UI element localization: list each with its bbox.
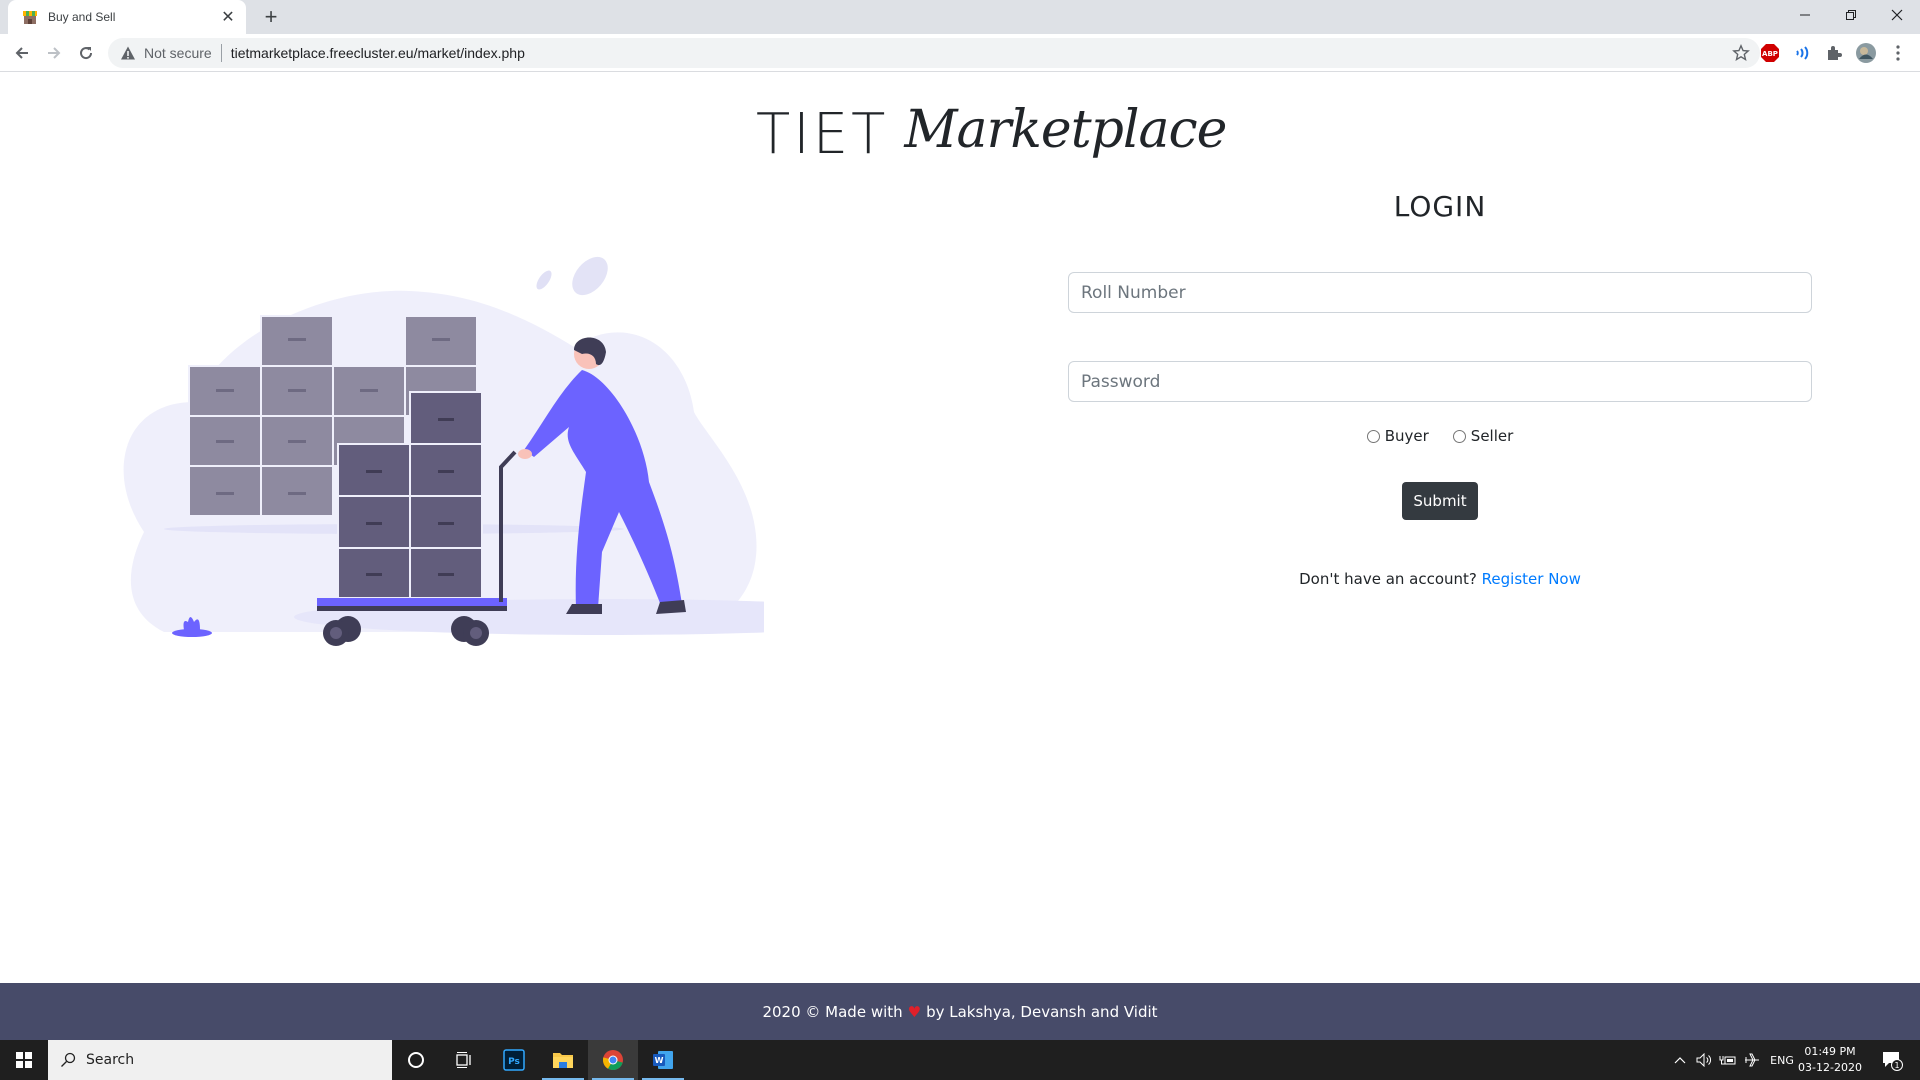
show-hidden-icons-button[interactable] <box>1668 1056 1692 1064</box>
register-now-link[interactable]: Register Now <box>1482 570 1581 588</box>
minimize-icon <box>1800 14 1810 16</box>
close-window-button[interactable] <box>1874 0 1920 30</box>
url-text[interactable]: tietmarketplace.freecluster.eu/market/in… <box>231 45 525 61</box>
svg-text:ABP: ABP <box>1762 50 1778 58</box>
forward-button[interactable] <box>42 41 66 65</box>
cortana-button[interactable] <box>392 1040 440 1080</box>
browser-tab-strip: Buy and Sell ✕ + <box>0 0 1920 34</box>
arrow-right-icon <box>48 47 61 59</box>
svg-text:Ps: Ps <box>508 1057 520 1067</box>
chrome-app[interactable] <box>588 1040 638 1080</box>
password-input[interactable] <box>1068 361 1812 402</box>
roll-number-input[interactable] <box>1068 272 1812 313</box>
buyer-option[interactable]: Buyer <box>1366 427 1429 445</box>
browser-toolbar: Not secure tietmarketplace.freecluster.e… <box>0 34 1920 72</box>
chrome-icon <box>602 1050 623 1071</box>
airplane-mode-button[interactable] <box>1740 1053 1764 1067</box>
file-explorer-app[interactable] <box>538 1040 588 1080</box>
leaf-small <box>536 270 552 290</box>
action-center-button[interactable]: 1 <box>1870 1040 1914 1080</box>
word-app[interactable]: W <box>638 1040 688 1080</box>
heart-icon: ♥ <box>907 1002 922 1021</box>
browser-tab[interactable]: Buy and Sell ✕ <box>8 0 246 34</box>
site-footer: 2020 © Made with ♥ by Lakshya, Devansh a… <box>0 983 1920 1040</box>
buyer-label: Buyer <box>1384 427 1429 445</box>
brand-prefix: TIET <box>756 102 889 167</box>
brand-script: Marketplace <box>904 100 1227 160</box>
battery-button[interactable] <box>1716 1054 1740 1066</box>
reload-button[interactable] <box>74 41 98 65</box>
puzzle-icon <box>1828 46 1842 60</box>
seller-radio[interactable] <box>1452 429 1466 443</box>
address-bar[interactable]: Not secure tietmarketplace.freecluster.e… <box>108 38 1760 68</box>
cart-platform <box>317 598 507 606</box>
windows-taskbar: Search Ps W ENG 01:49 PM 03-12-2020 1 <box>0 1040 1920 1080</box>
clock[interactable]: 01:49 PM 03-12-2020 <box>1790 1044 1870 1076</box>
cortana-icon <box>408 1052 424 1068</box>
tab-title: Buy and Sell <box>48 10 116 24</box>
page-content: TIET Marketplace LOGIN Roll Number Buyer… <box>0 72 1920 983</box>
reader-extension[interactable] <box>1790 41 1814 65</box>
close-icon <box>1891 9 1903 21</box>
search-placeholder: Search <box>86 1052 135 1068</box>
task-view-button[interactable] <box>440 1040 488 1080</box>
restore-icon <box>1846 10 1856 20</box>
restore-button[interactable] <box>1828 0 1874 30</box>
close-tab-icon[interactable]: ✕ <box>220 7 236 27</box>
buyer-radio[interactable] <box>1366 429 1380 443</box>
notifications-icon: 1 <box>1883 1052 1903 1071</box>
airplane-icon <box>1745 1053 1759 1067</box>
seller-option[interactable]: Seller <box>1452 427 1514 445</box>
register-prompt-text: Don't have an account? <box>1299 570 1477 588</box>
photoshop-icon: Ps <box>503 1049 525 1071</box>
clock-date: 03-12-2020 <box>1798 1061 1862 1074</box>
profile-button[interactable] <box>1854 41 1878 65</box>
system-tray: ENG <box>1668 1040 1800 1080</box>
submit-button[interactable]: Submit <box>1402 482 1478 520</box>
reload-icon <box>80 47 93 60</box>
role-selector: Buyer Seller <box>1068 427 1812 445</box>
omnibox-divider <box>220 44 222 62</box>
cart-base <box>317 606 507 611</box>
folder-icon <box>553 1053 573 1068</box>
avatar <box>1856 43 1876 63</box>
delivery-illustration <box>123 256 764 646</box>
chevron-up-icon <box>1674 1057 1686 1064</box>
new-tab-button[interactable]: + <box>258 4 284 30</box>
speaker-icon <box>1696 1053 1711 1067</box>
start-button[interactable] <box>0 1040 48 1080</box>
clock-time: 01:49 PM <box>1804 1045 1856 1058</box>
minimize-button[interactable] <box>1782 0 1828 30</box>
svg-text:W: W <box>655 1056 664 1065</box>
security-status[interactable]: Not secure <box>144 45 212 61</box>
more-vertical-icon <box>1896 45 1900 61</box>
word-icon: W <box>653 1051 673 1069</box>
store-favicon-icon <box>23 11 37 24</box>
adblock-icon: ABP <box>1761 44 1779 62</box>
adblock-plus-extension[interactable]: ABP <box>1758 41 1782 65</box>
chrome-menu-button[interactable] <box>1886 41 1910 65</box>
sound-waves-icon <box>1796 46 1809 60</box>
footer-credits: by Lakshya, Devansh and Vidit <box>926 1002 1158 1021</box>
extensions-button[interactable] <box>1822 41 1846 65</box>
bookmark-star-icon[interactable] <box>1732 44 1750 62</box>
windows-logo-icon <box>16 1052 32 1068</box>
svg-text:1: 1 <box>1894 1061 1899 1070</box>
search-icon <box>61 1052 76 1067</box>
seller-label: Seller <box>1470 427 1514 445</box>
login-heading: LOGIN <box>1393 190 1487 223</box>
warning-icon <box>121 46 135 60</box>
register-prompt: Don't have an account? Register Now <box>1068 570 1812 588</box>
arrow-left-icon <box>15 47 28 59</box>
task-view-icon <box>456 1052 471 1068</box>
site-logo[interactable]: TIET Marketplace <box>756 88 1227 178</box>
leaf-large <box>572 256 608 296</box>
volume-button[interactable] <box>1692 1053 1716 1067</box>
footer-prefix: 2020 © Made with <box>762 1002 903 1021</box>
taskbar-search-box[interactable]: Search <box>48 1040 392 1080</box>
battery-charging-icon <box>1719 1056 1736 1065</box>
back-button[interactable] <box>10 41 34 65</box>
photoshop-app[interactable]: Ps <box>490 1040 538 1080</box>
